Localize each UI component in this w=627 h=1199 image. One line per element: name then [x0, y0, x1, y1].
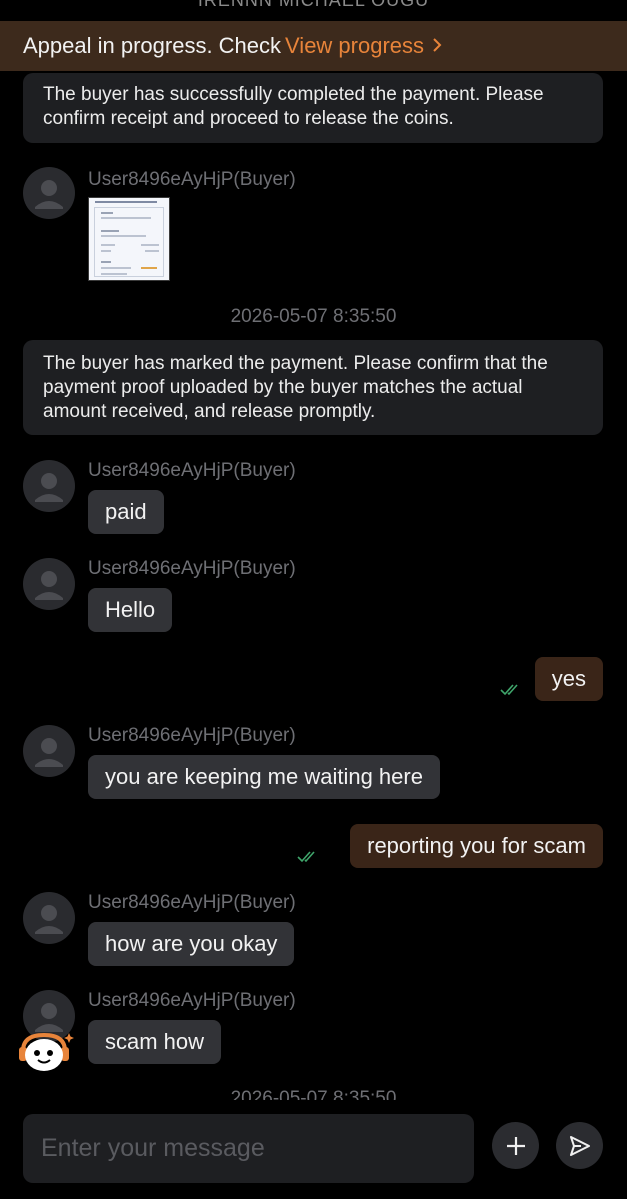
user-avatar-icon	[35, 738, 63, 767]
avatar[interactable]	[23, 558, 75, 610]
support-bot-button[interactable]	[17, 1029, 77, 1075]
incoming-message: how are you okay	[88, 922, 295, 966]
headset-bot-icon	[19, 1032, 74, 1071]
appeal-status-text: Appeal in progress. Check	[23, 33, 282, 58]
outgoing-message: yes	[534, 657, 603, 701]
payment-proof-image[interactable]	[88, 197, 170, 281]
counterparty-name: IRENNN MICHAEL OUGU	[197, 0, 430, 10]
incoming-message: scam how	[88, 1020, 222, 1064]
appeal-status-bar: Appeal in progress. Check View progress	[0, 21, 627, 71]
avatar[interactable]	[23, 167, 75, 219]
sender-name: User8496eAyHjP(Buyer)	[88, 892, 296, 913]
system-notice: The buyer has successfully completed the…	[23, 73, 603, 143]
send-button[interactable]	[556, 1122, 603, 1169]
read-receipt-icon	[297, 850, 321, 864]
sender-name: User8496eAyHjP(Buyer)	[88, 169, 296, 190]
avatar[interactable]	[23, 725, 75, 777]
plus-icon	[506, 1136, 525, 1155]
user-avatar-icon	[35, 905, 63, 934]
incoming-message: paid	[88, 490, 164, 534]
view-progress-label: View progress	[285, 33, 425, 58]
sender-name: User8496eAyHjP(Buyer)	[88, 558, 296, 579]
message-timestamp: 2026-05-07 8:35:50	[230, 306, 397, 327]
add-attachment-button[interactable]	[492, 1122, 539, 1169]
user-avatar-icon	[35, 473, 63, 502]
avatar[interactable]	[23, 460, 75, 512]
sender-name: User8496eAyHjP(Buyer)	[88, 990, 296, 1011]
incoming-message: Hello	[88, 588, 173, 632]
chevron-right-icon	[432, 33, 442, 59]
system-notice: The buyer has marked the payment. Please…	[23, 340, 603, 435]
send-icon	[569, 1135, 590, 1156]
avatar[interactable]	[23, 892, 75, 944]
message-input[interactable]	[23, 1114, 474, 1183]
incoming-message: you are keeping me waiting here	[88, 755, 440, 799]
sender-name: User8496eAyHjP(Buyer)	[88, 460, 296, 481]
sender-name: User8496eAyHjP(Buyer)	[88, 725, 296, 746]
user-avatar-icon	[35, 571, 63, 600]
read-receipt-icon	[500, 683, 524, 697]
user-avatar-icon	[35, 180, 63, 209]
view-progress-link[interactable]: View progress	[285, 33, 442, 59]
outgoing-message: reporting you for scam	[350, 824, 603, 868]
